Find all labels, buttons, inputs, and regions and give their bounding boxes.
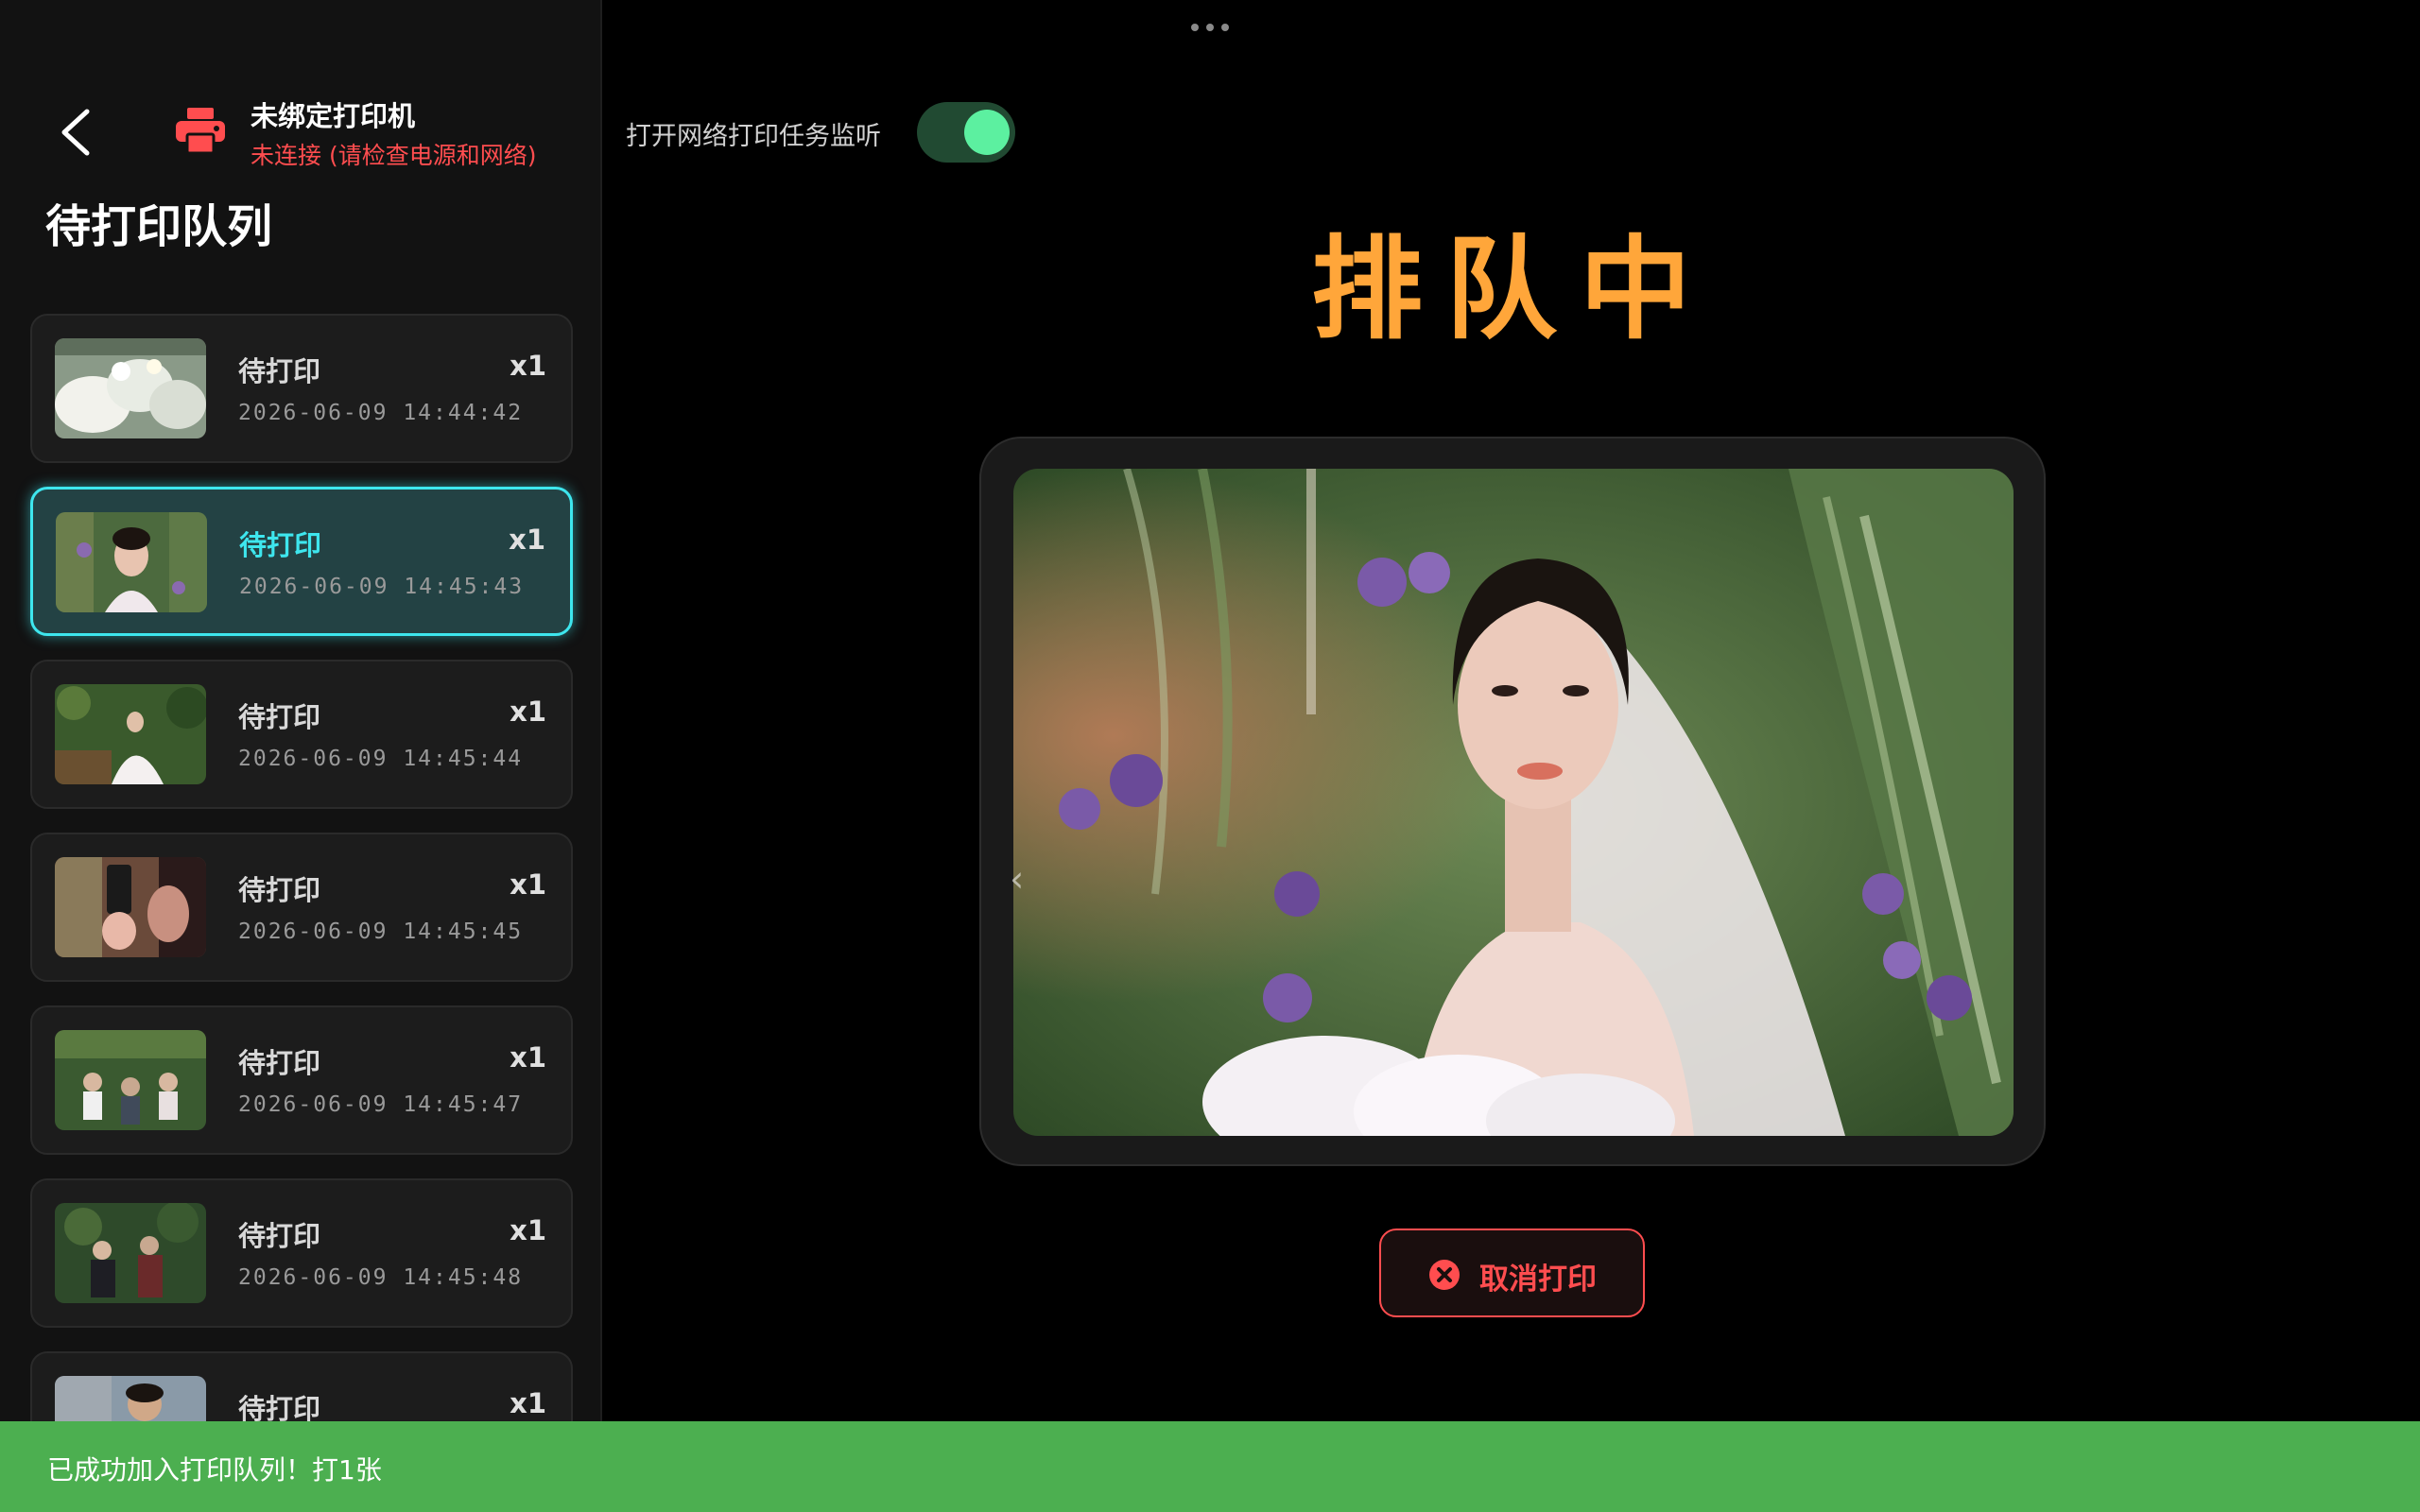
print-queue-sidebar: 未绑定打印机 未连接 (请检查电源和网络) 待打印队列 待打印 2026-06-…	[0, 0, 602, 1512]
thumbnail-image	[56, 512, 207, 612]
item-timestamp: 2026-06-09 14:44:42	[238, 401, 524, 425]
thumbnail-image	[55, 684, 206, 784]
queue-list: 待打印 2026-06-09 14:44:42 x1 待打印 2026-06-0…	[30, 314, 573, 1512]
thumbnail-image	[55, 857, 206, 957]
item-status-label: 待打印	[238, 1047, 321, 1079]
item-status-label: 待打印	[238, 1220, 321, 1252]
cancel-print-label: 取消打印	[1479, 1263, 1597, 1297]
preview-frame: ‹	[979, 437, 2046, 1166]
close-circle-icon	[1429, 1260, 1460, 1290]
thumbnail-image	[55, 338, 206, 438]
network-monitor-label: 打开网络打印任务监听	[626, 122, 881, 151]
printer-icon	[176, 108, 225, 155]
back-button[interactable]	[49, 104, 106, 161]
item-count: x1	[510, 1041, 546, 1074]
item-status-label: 待打印	[238, 355, 321, 387]
queue-item[interactable]: 待打印 2026-06-09 14:45:47 x1	[30, 1005, 573, 1155]
queue-item[interactable]: 待打印 2026-06-09 14:45:44 x1	[30, 660, 573, 809]
printer-status: 未连接 (请检查电源和网络)	[251, 142, 537, 169]
item-timestamp: 2026-06-09 14:45:48	[238, 1265, 524, 1290]
item-status-label: 待打印	[238, 701, 321, 733]
chevron-left-icon[interactable]: ‹	[1010, 858, 1024, 900]
queue-title: 待打印队列	[45, 200, 273, 253]
item-count: x1	[510, 696, 546, 728]
item-status-label: 待打印	[238, 874, 321, 906]
item-count: x1	[509, 524, 545, 556]
cancel-print-button[interactable]: 取消打印	[1379, 1228, 1645, 1317]
toggle-knob	[964, 110, 1010, 155]
thumbnail-image	[55, 1203, 206, 1303]
item-count: x1	[510, 868, 546, 901]
queue-item[interactable]: 待打印 2026-06-09 14:45:48 x1	[30, 1178, 573, 1328]
item-timestamp: 2026-06-09 14:45:47	[238, 1092, 524, 1117]
item-count: x1	[510, 1214, 546, 1246]
item-timestamp: 2026-06-09 14:45:43	[239, 575, 525, 599]
preview-image	[1013, 469, 2014, 1136]
success-toast: 已成功加入打印队列！打1张	[0, 1421, 2420, 1512]
item-count: x1	[510, 1387, 546, 1419]
toast-message: 已成功加入打印队列！打1张	[47, 1454, 382, 1486]
item-timestamp: 2026-06-09 14:45:45	[238, 919, 524, 944]
print-status-title: 排队中	[1310, 224, 1714, 354]
more-dots-icon[interactable]	[1187, 21, 1233, 34]
item-timestamp: 2026-06-09 14:45:44	[238, 747, 524, 771]
queue-item[interactable]: 待打印 2026-06-09 14:45:45 x1	[30, 833, 573, 982]
chevron-left-icon	[61, 109, 90, 156]
queue-item-selected[interactable]: 待打印 2026-06-09 14:45:43 x1	[30, 487, 573, 636]
item-count: x1	[510, 350, 546, 382]
thumbnail-image	[55, 1030, 206, 1130]
item-status-label: 待打印	[239, 529, 322, 561]
printer-name: 未绑定打印机	[251, 100, 416, 132]
queue-item[interactable]: 待打印 2026-06-09 14:44:42 x1	[30, 314, 573, 463]
network-monitor-toggle[interactable]	[917, 102, 1015, 163]
